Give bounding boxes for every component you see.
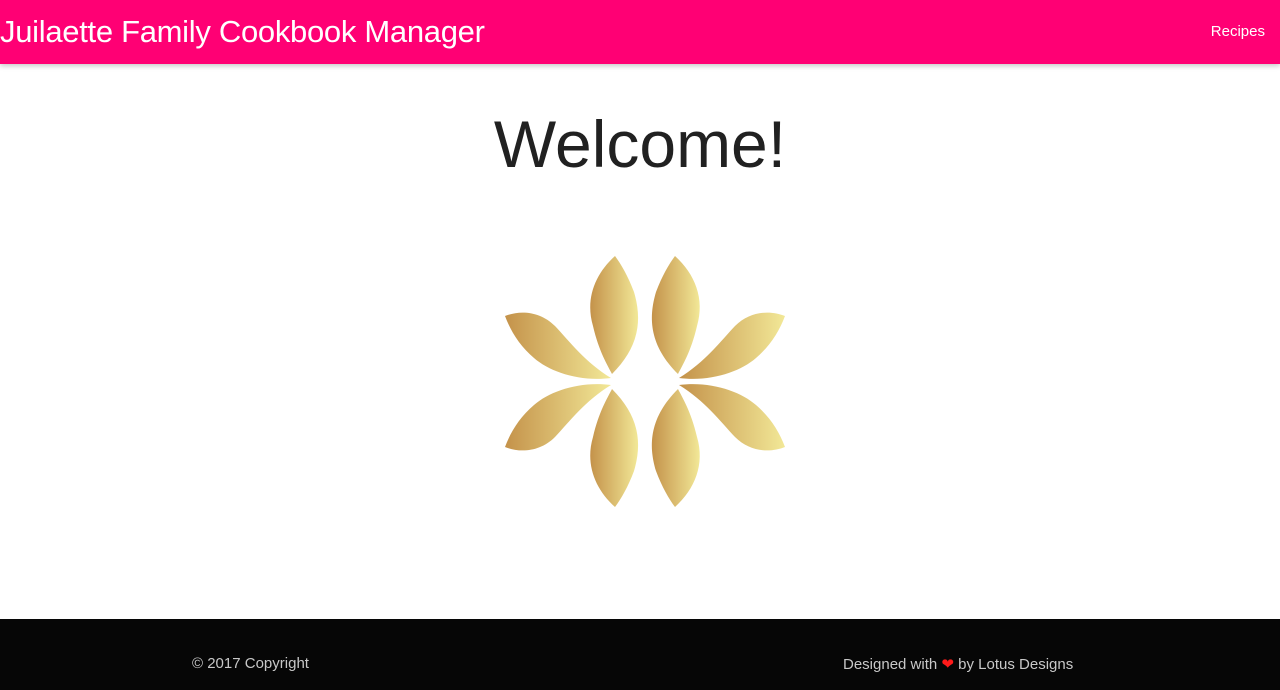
lotus-designs-link[interactable]: Lotus Designs: [978, 656, 1073, 673]
nav-recipes-link[interactable]: Recipes: [1211, 0, 1265, 64]
page-footer: © 2017 Copyright Designed with ❤ by Lotu…: [0, 619, 1280, 690]
logo-petal-upper-left: [590, 256, 639, 374]
gold-flower-logo-icon: [500, 254, 790, 509]
welcome-heading: Welcome!: [493, 107, 787, 181]
brand-title-link[interactable]: Juilaette Family Cookbook Manager: [0, 0, 485, 64]
footer-by: by: [958, 656, 974, 673]
logo-petal-lower-right: [651, 389, 700, 507]
main-content: Welcome!: [0, 64, 1280, 619]
heart-icon: ❤: [941, 656, 954, 673]
top-navbar: Juilaette Family Cookbook Manager Recipe…: [0, 0, 1280, 64]
logo-svg: [505, 256, 785, 507]
footer-copyright: © 2017 Copyright: [192, 655, 309, 672]
footer-credit: Designed with ❤ by Lotus Designs: [843, 655, 1073, 673]
logo-petal-lower-left: [590, 389, 639, 507]
logo-petal-upper-right: [651, 256, 700, 374]
footer-designed-with: Designed with: [843, 656, 938, 673]
